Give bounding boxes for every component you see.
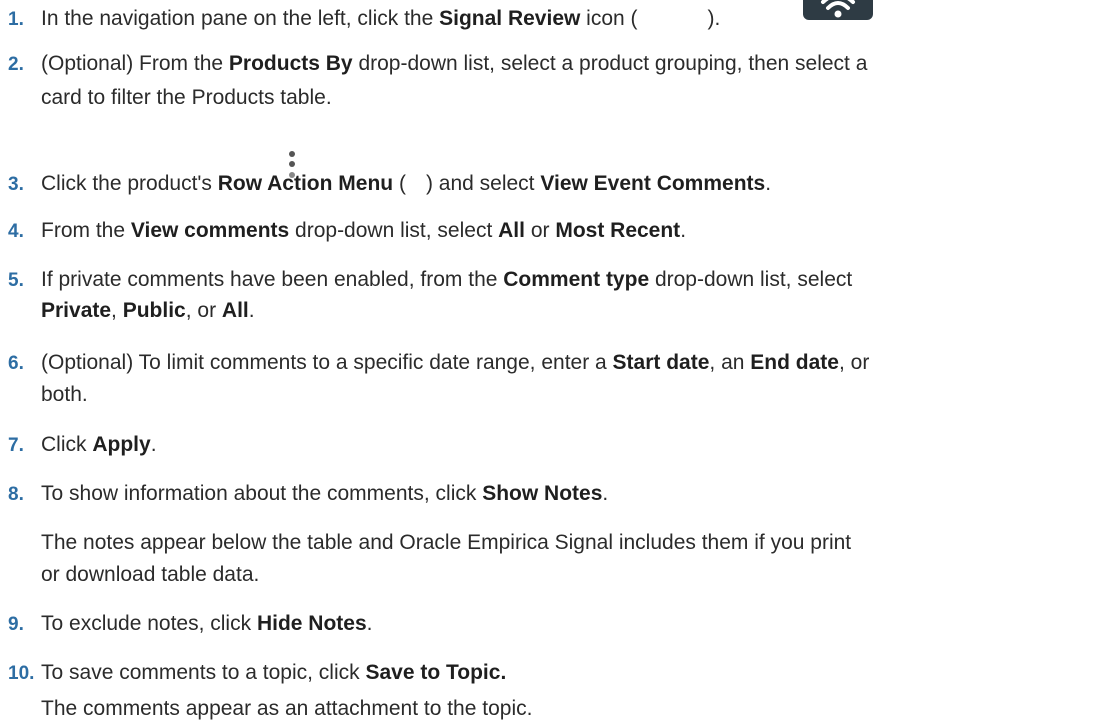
step-number: 7. xyxy=(8,435,24,456)
step-number: 2. xyxy=(8,54,24,75)
step-2-line-2: card to filter the Products table. xyxy=(41,86,332,109)
step-2-line-1: (Optional) From the Products By drop-dow… xyxy=(41,52,868,75)
step-number: 4. xyxy=(8,221,24,242)
step-8-note-line-2: or download table data. xyxy=(41,563,260,586)
step-5-line-2: Private, Public, or All. xyxy=(41,299,255,322)
kebab-menu-icon xyxy=(283,148,301,188)
step-7-text: Click Apply. xyxy=(41,433,157,456)
step-number: 1. xyxy=(8,9,24,30)
step-10-text: To save comments to a topic, click Save … xyxy=(41,661,507,684)
procedure-steps: 1. In the navigation pane on the left, c… xyxy=(0,0,1113,723)
step-number: 9. xyxy=(8,614,24,635)
step-5-line-1: If private comments have been enabled, f… xyxy=(41,268,853,291)
step-10-note: The comments appear as an attachment to … xyxy=(41,697,533,720)
step-number: 3. xyxy=(8,174,24,195)
step-number: 10. xyxy=(8,663,35,684)
wifi-icon xyxy=(803,0,873,20)
step-number: 6. xyxy=(8,353,24,374)
step-8-note-line-1: The notes appear below the table and Ora… xyxy=(41,531,852,554)
step-4-text: From the View comments drop-down list, s… xyxy=(41,219,687,242)
step-9-text: To exclude notes, click Hide Notes. xyxy=(41,612,373,635)
step-6-line-1: (Optional) To limit comments to a specif… xyxy=(41,351,870,374)
step-3-text: Click the product's Row Action Menu () a… xyxy=(41,172,772,195)
step-1-text: In the navigation pane on the left, clic… xyxy=(41,7,721,30)
step-number: 5. xyxy=(8,270,24,291)
step-6-line-2: both. xyxy=(41,383,88,406)
step-8-text: To show information about the comments, … xyxy=(41,482,609,505)
step-number: 8. xyxy=(8,484,24,505)
